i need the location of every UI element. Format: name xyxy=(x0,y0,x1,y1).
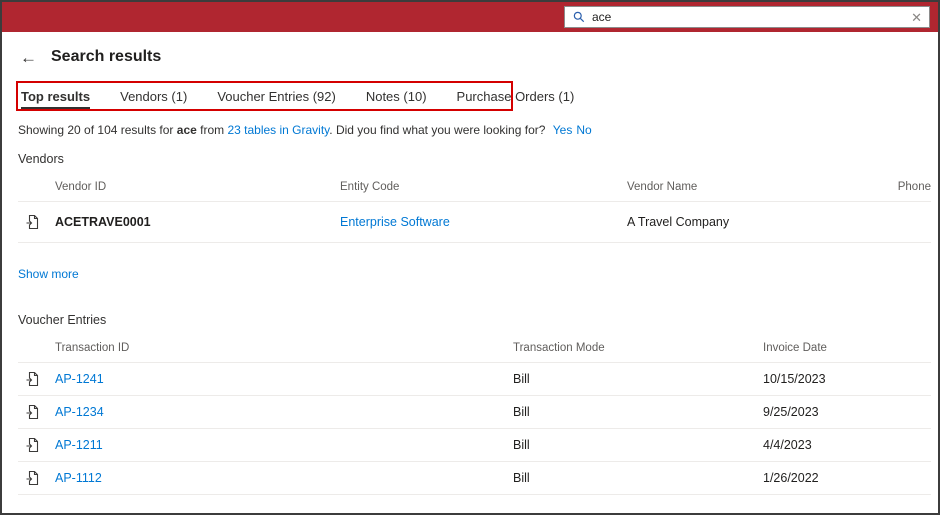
search-input[interactable] xyxy=(592,10,906,24)
open-record-icon[interactable] xyxy=(18,371,55,387)
back-arrow-icon[interactable]: ← xyxy=(20,49,37,66)
invoice-date-cell: 10/15/2023 xyxy=(763,372,826,386)
vendors-table-header: Vendor ID Entity Code Vendor Name Phone xyxy=(18,172,931,202)
invoice-date-cell: 1/26/2022 xyxy=(763,471,819,485)
vouchers-section-title: Voucher Entries xyxy=(18,313,107,327)
app-header-bar: ✕ xyxy=(2,2,938,32)
open-record-icon[interactable] xyxy=(18,437,55,453)
column-header-vendor-id: Vendor ID xyxy=(55,180,107,193)
summary-prefix: Showing 20 of 104 results for xyxy=(18,123,177,137)
entity-code-link[interactable]: Enterprise Software xyxy=(340,215,627,229)
open-record-icon[interactable] xyxy=(18,214,55,230)
transaction-mode-cell: Bill xyxy=(513,405,530,419)
results-summary: Showing 20 of 104 results for ace from 2… xyxy=(18,123,938,137)
vendors-section-title: Vendors xyxy=(18,152,64,166)
tab-purchase-orders[interactable]: Purchase Orders (1) xyxy=(457,89,575,110)
vendors-table: Vendor ID Entity Code Vendor Name Phone … xyxy=(18,172,931,243)
page-title: Search results xyxy=(51,48,162,65)
transaction-id-link[interactable]: AP-1211 xyxy=(55,438,513,452)
feedback-no-link[interactable]: No xyxy=(576,123,591,137)
feedback-yes-link[interactable]: Yes xyxy=(553,123,573,137)
tabs-bar: Top results Vendors (1) Voucher Entries … xyxy=(16,81,922,113)
global-search-box[interactable]: ✕ xyxy=(564,6,930,28)
app-window: ✕ ← Search results Top results Vendors (… xyxy=(0,0,940,515)
vouchers-table: Transaction ID Transaction Mode Invoice … xyxy=(18,333,931,495)
show-more-link[interactable]: Show more xyxy=(18,267,79,281)
clear-search-icon[interactable]: ✕ xyxy=(911,11,922,24)
tables-link[interactable]: 23 tables in Gravity xyxy=(227,123,329,137)
table-row: AP-1241 Bill 10/15/2023 xyxy=(18,363,931,396)
summary-mid1: from xyxy=(196,123,228,137)
open-record-icon[interactable] xyxy=(18,404,55,420)
search-term: ace xyxy=(176,123,197,137)
transaction-id-link[interactable]: AP-1241 xyxy=(55,372,513,386)
table-row: AP-1211 Bill 4/4/2023 xyxy=(18,429,931,462)
column-header-phone: Phone xyxy=(897,180,931,193)
table-row: AP-1112 Bill 1/26/2022 xyxy=(18,462,931,495)
summary-mid2: . Did you find what you were looking for… xyxy=(329,123,549,137)
vendor-id-cell: ACETRAVE0001 xyxy=(55,215,151,229)
page-title-row: ← Search results xyxy=(20,48,938,66)
table-row: ACETRAVE0001 Enterprise Software A Trave… xyxy=(18,202,931,243)
transaction-id-link[interactable]: AP-1112 xyxy=(55,471,513,485)
vouchers-table-header: Transaction ID Transaction Mode Invoice … xyxy=(18,333,931,363)
column-header-transaction-mode: Transaction Mode xyxy=(513,341,605,354)
table-row: AP-1234 Bill 9/25/2023 xyxy=(18,396,931,429)
transaction-mode-cell: Bill xyxy=(513,438,530,452)
column-header-invoice-date: Invoice Date xyxy=(763,341,827,354)
tab-vendors[interactable]: Vendors (1) xyxy=(120,89,187,110)
transaction-id-link[interactable]: AP-1234 xyxy=(55,405,513,419)
search-icon xyxy=(572,10,586,24)
invoice-date-cell: 9/25/2023 xyxy=(763,405,819,419)
tab-voucher-entries[interactable]: Voucher Entries (92) xyxy=(217,89,336,110)
column-header-transaction-id: Transaction ID xyxy=(55,341,130,354)
tab-notes[interactable]: Notes (10) xyxy=(366,89,427,110)
open-record-icon[interactable] xyxy=(18,470,55,486)
tab-top-results[interactable]: Top results xyxy=(21,89,91,110)
invoice-date-cell: 4/4/2023 xyxy=(763,438,812,452)
column-header-vendor-name: Vendor Name xyxy=(627,180,698,193)
transaction-mode-cell: Bill xyxy=(513,471,530,485)
transaction-mode-cell: Bill xyxy=(513,372,530,386)
column-header-entity-code: Entity Code xyxy=(340,180,400,193)
vendor-name-cell: A Travel Company xyxy=(627,215,730,229)
